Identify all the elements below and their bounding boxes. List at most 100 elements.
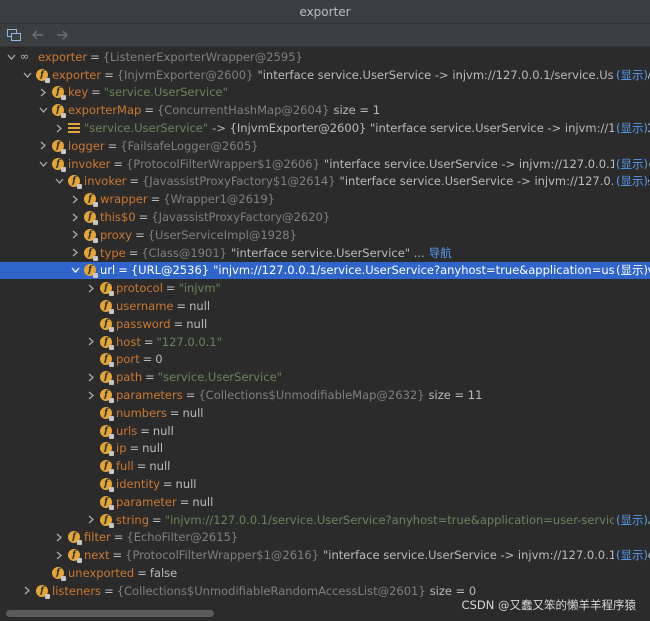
- tree-row[interactable]: f proxy = {UserServiceImpl@1928}: [0, 226, 650, 244]
- chevron-right-icon[interactable]: [38, 87, 48, 97]
- forward-arrow-icon[interactable]: [52, 25, 72, 45]
- chevron-right-icon[interactable]: [54, 550, 64, 560]
- tree-row[interactable]: f protocol = "injvm": [0, 279, 650, 297]
- show-value-link[interactable]: (显示): [614, 262, 648, 279]
- chevron-down-icon[interactable]: [22, 70, 32, 80]
- chevron-right-icon[interactable]: [86, 515, 96, 525]
- variable-value: null: [182, 405, 204, 420]
- equals-sign: =: [135, 227, 145, 242]
- equals-sign: =: [140, 423, 150, 438]
- tree-row[interactable]: f parameter = null: [0, 493, 650, 511]
- equals-sign: =: [128, 245, 139, 260]
- variable-value: null: [189, 299, 211, 314]
- back-arrow-icon[interactable]: [28, 25, 48, 45]
- tree-row[interactable]: f username = null: [0, 297, 650, 315]
- tree-row[interactable]: f exporter = {InjvmExporter@2600} "interface…: [0, 66, 650, 84]
- navigate-link[interactable]: 导航: [429, 245, 452, 261]
- tree-row[interactable]: f wrapper = {Wrapper1@2619}: [0, 190, 650, 208]
- tree-row[interactable]: f numbers = null: [0, 404, 650, 422]
- variable-value: false: [149, 566, 178, 581]
- field-icon: f: [52, 104, 66, 119]
- equals-sign: =: [104, 67, 114, 82]
- tree-row[interactable]: f password = null: [0, 315, 650, 333]
- scrollbar-thumb[interactable]: [6, 610, 214, 617]
- tree-row[interactable]: f type = {Class@1901} "interface service.Use…: [0, 244, 650, 262]
- show-value-link[interactable]: (显示): [614, 66, 648, 83]
- tree-row[interactable]: f host = "127.0.0.1": [0, 333, 650, 351]
- variable-name: identity: [116, 477, 160, 492]
- equals-sign: =: [162, 477, 173, 492]
- tree-row[interactable]: f unexported = false: [0, 564, 650, 582]
- variable-value: "interface service.UserService" ...: [231, 245, 425, 260]
- tree-row[interactable]: f urls = null: [0, 422, 650, 440]
- variable-value: "interface service.UserService -> injvm:…: [257, 67, 650, 82]
- variable-value: null: [149, 459, 171, 474]
- chevron-right-icon[interactable]: [70, 248, 80, 258]
- tree-row[interactable]: f this$0 = {JavassistProxyFactory@2620}: [0, 208, 650, 226]
- debugger-toolbar: [0, 24, 650, 47]
- object-reference: {FailsafeLogger@2605}: [120, 138, 259, 153]
- field-icon: f: [84, 228, 98, 243]
- tree-row[interactable]: f string = "injvm://127.0.0.1/service.UserS…: [0, 511, 650, 529]
- chevron-down-icon[interactable]: [38, 159, 48, 169]
- chevron-right-icon[interactable]: [54, 532, 64, 542]
- tree-row[interactable]: f filter = {EchoFilter@2615}: [0, 529, 650, 547]
- chevron-down-icon[interactable]: [6, 52, 16, 62]
- tree-row[interactable]: f ip = null: [0, 440, 650, 458]
- chevron-right-icon[interactable]: [70, 212, 80, 222]
- chevron-down-icon[interactable]: [70, 265, 80, 275]
- show-value-link[interactable]: (显示): [614, 173, 648, 190]
- equals-sign: =: [176, 299, 187, 314]
- object-reference: {UserServiceImpl@1928}: [147, 227, 297, 242]
- object-reference: {Collections$UnmodifiableRandomAccessLis…: [116, 583, 426, 598]
- chevron-right-icon[interactable]: [22, 586, 32, 596]
- tree-row[interactable]: f port = 0: [0, 351, 650, 369]
- variable-name: logger: [68, 138, 105, 153]
- tree-row[interactable]: f key = "service.UserService": [0, 84, 650, 102]
- tree-row[interactable]: f next = {ProtocolFilterWrapper$1@2616} "int…: [0, 546, 650, 564]
- chevron-right-icon[interactable]: [86, 337, 96, 347]
- tree-row[interactable]: f logger = {FailsafeLogger@2605}: [0, 137, 650, 155]
- chevron-right-icon[interactable]: [38, 141, 48, 151]
- tree-row[interactable]: f invoker = {ProtocolFilterWrapper$1@2606} "…: [0, 155, 650, 173]
- string-value: "injvm://127.0.0.1/service.UserService?a…: [164, 512, 650, 527]
- chevron-right-icon[interactable]: [54, 123, 64, 133]
- tree-row[interactable]: f exporterMap = {ConcurrentHashMap@2604} siz…: [0, 101, 650, 119]
- field-icon: f: [100, 495, 114, 510]
- chevron-right-icon[interactable]: [86, 372, 96, 382]
- variable-name: parameter: [116, 494, 177, 509]
- window-title-bar: exporter: [0, 0, 650, 24]
- tree-row[interactable]: f identity = null: [0, 475, 650, 493]
- chevron-right-icon[interactable]: [70, 230, 80, 240]
- string-value: "service.UserService": [84, 121, 209, 136]
- show-value-link[interactable]: (显示): [614, 547, 648, 564]
- chevron-down-icon[interactable]: [54, 176, 64, 186]
- restore-layout-icon[interactable]: [4, 25, 24, 45]
- variables-tree: ∞ exporter = {ListenerExporterWrapper@2595}…: [0, 48, 650, 600]
- variable-value: "interface service.UserService -> injvm:…: [323, 156, 650, 171]
- tree-row[interactable]: f url = {URL@2536} "injvm://127.0.0.1/servic…: [0, 261, 650, 280]
- chevron-right-icon[interactable]: [70, 194, 80, 204]
- tree-row[interactable]: f full = null: [0, 457, 650, 475]
- chevron-down-icon[interactable]: [38, 105, 48, 115]
- tree-row[interactable]: f path = "service.UserService": [0, 368, 650, 386]
- tree-row[interactable]: f parameters = {Collections$UnmodifiableMap…: [0, 386, 650, 404]
- show-value-link[interactable]: (显示): [614, 511, 648, 528]
- field-icon: f: [100, 335, 114, 350]
- variable-name: key: [68, 85, 89, 100]
- chevron-right-icon[interactable]: [86, 283, 96, 293]
- field-icon: f: [100, 300, 114, 315]
- show-value-link[interactable]: (显示): [614, 120, 648, 137]
- chevron-right-icon[interactable]: [86, 390, 96, 400]
- object-reference: {Collections$UnmodifiableMap@2632}: [198, 388, 425, 403]
- tree-row[interactable]: ∞ exporter = {ListenerExporterWrapper@2595}: [0, 48, 650, 66]
- tree-row[interactable]: f invoker = {JavassistProxyFactory$1@2614} "…: [0, 173, 650, 191]
- equals-sign: =: [142, 352, 153, 367]
- variable-value: null: [152, 423, 174, 438]
- show-value-link[interactable]: (显示): [614, 155, 648, 172]
- variable-name: invoker: [84, 174, 127, 189]
- variable-name: numbers: [116, 405, 167, 420]
- tree-row[interactable]: "service.UserService" -> {InjvmExporter@2…: [0, 119, 650, 137]
- field-icon: f: [84, 211, 98, 226]
- variable-name: urls: [116, 423, 138, 438]
